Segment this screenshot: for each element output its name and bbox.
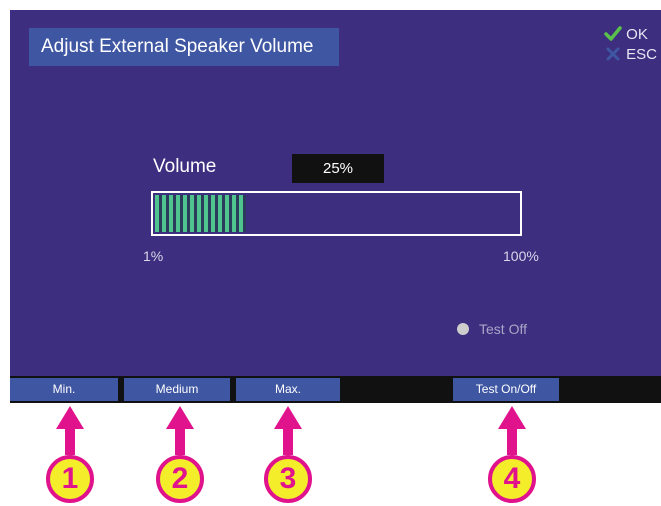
callout-4: 4 [482,403,542,503]
esc-action[interactable]: ESC [604,44,657,64]
esc-label: ESC [626,45,657,63]
test-status: Test Off [457,321,527,337]
scale-max-label: 100% [503,248,539,264]
scale-min-label: 1% [143,248,164,264]
ok-action[interactable]: OK [604,24,657,44]
x-icon [606,47,620,61]
ok-label: OK [626,25,648,43]
min-button[interactable]: Min. [10,378,118,401]
header-actions: OK ESC [604,24,657,64]
test-toggle-button[interactable]: Test On/Off [453,378,559,401]
status-indicator-icon [457,323,469,335]
volume-value: 25% [292,154,384,183]
volume-meter [151,191,522,236]
callout-1: 1 [40,403,100,503]
page-title: Adjust External Speaker Volume [29,28,339,66]
callout-3: 3 [258,403,318,503]
callout-number: 2 [171,462,189,495]
medium-button[interactable]: Medium [124,378,230,401]
callout-number: 4 [503,462,521,495]
softkey-bar: Min. Medium Max. Test On/Off [10,376,661,403]
callout-2: 2 [150,403,210,503]
callout-number: 3 [279,462,297,495]
test-status-label: Test Off [479,321,527,337]
max-button[interactable]: Max. [236,378,340,401]
callout-number: 1 [61,462,79,495]
volume-label: Volume [153,156,217,177]
device-screen: Adjust External Speaker Volume OK ESC Vo… [10,10,661,376]
volume-meter-fill [155,195,246,232]
check-icon [604,26,622,41]
